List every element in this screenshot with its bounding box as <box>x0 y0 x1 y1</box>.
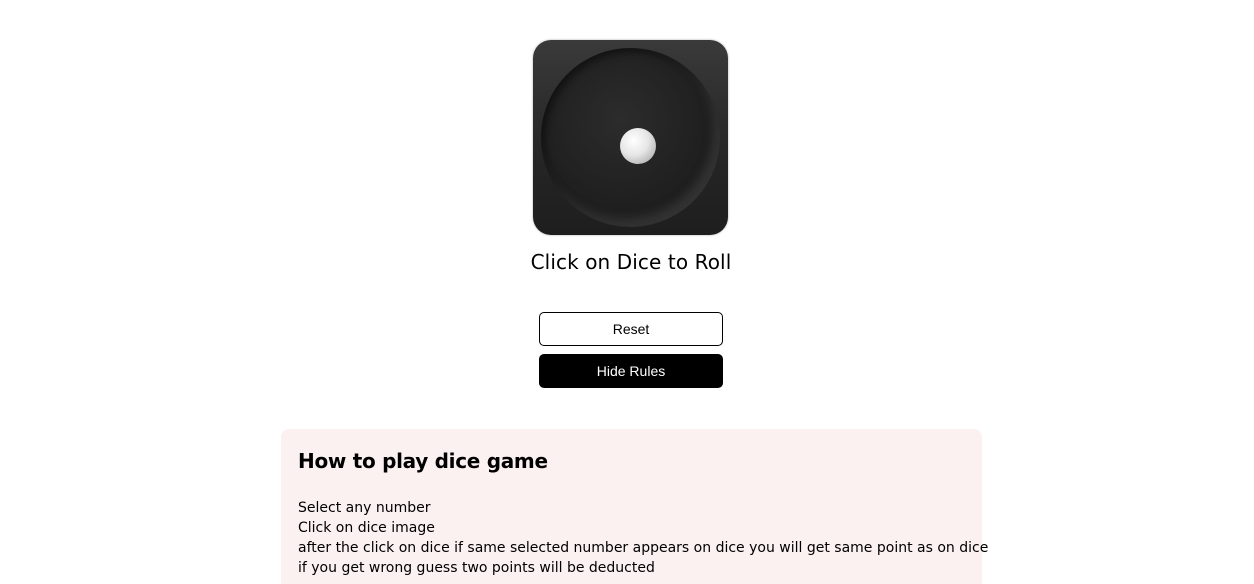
rules-title: How to play dice game <box>298 449 548 473</box>
rules-line: after the click on dice if same selected… <box>298 540 989 556</box>
rules-panel: How to play dice game Select any number … <box>281 429 989 584</box>
rules-line: Click on dice image <box>298 520 435 536</box>
dice-image[interactable] <box>533 40 728 235</box>
dice-game-page: Click on Dice to Roll Reset Hide Rules H… <box>0 0 1254 584</box>
dice-face <box>541 48 720 227</box>
dice-pip-icon <box>620 128 656 164</box>
reset-button[interactable]: Reset <box>539 312 723 346</box>
rules-line: Select any number <box>298 500 431 516</box>
rules-line: if you get wrong guess two points will b… <box>298 560 655 576</box>
roll-prompt: Click on Dice to Roll <box>530 250 732 274</box>
hide-rules-button[interactable]: Hide Rules <box>539 354 723 388</box>
rules-list: Select any number Click on dice image af… <box>298 498 989 578</box>
